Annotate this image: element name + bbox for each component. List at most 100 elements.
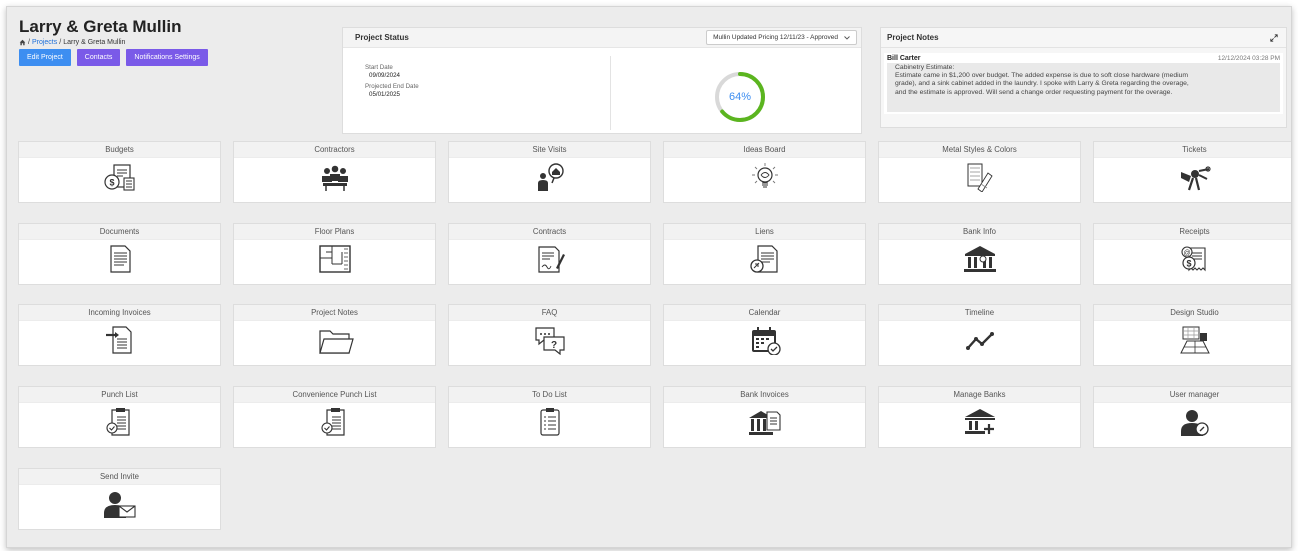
pricing-select[interactable]: Mullin Updated Pricing 12/11/23 - Approv… — [706, 30, 857, 45]
svg-text:$: $ — [109, 178, 114, 188]
document-icon — [109, 245, 131, 273]
home-icon[interactable] — [19, 39, 26, 46]
idea-bulb-icon — [751, 163, 778, 188]
bank-icon — [963, 246, 996, 272]
lien-icon — [749, 245, 778, 273]
user-manager-icon — [1180, 410, 1209, 436]
contacts-button[interactable]: Contacts — [76, 49, 121, 66]
module-tile-label: Manage Banks — [879, 387, 1080, 403]
design-studio-icon — [1179, 326, 1210, 354]
calendar-icon — [751, 327, 781, 355]
module-tile-label: Contractors — [234, 142, 435, 158]
module-tile-label: To Do List — [449, 387, 650, 403]
color-swatch-icon — [967, 163, 993, 192]
module-tile-design-studio[interactable]: Design Studio — [1093, 304, 1291, 366]
timeline-icon — [965, 332, 994, 350]
module-tile-label: Bank Invoices — [664, 387, 865, 403]
module-tile-label: Contracts — [449, 224, 650, 240]
svg-text:@: @ — [1183, 250, 1190, 257]
project-notes-header: Project Notes — [881, 28, 1286, 48]
module-tile-site-visits[interactable]: Site Visits — [448, 141, 651, 203]
note-date: 12/12/2024 03:28 PM — [1217, 55, 1280, 62]
manage-banks-icon — [964, 409, 995, 434]
module-tile-calendar[interactable]: Calendar — [663, 304, 866, 366]
module-tile-label: Timeline — [879, 305, 1080, 321]
faq-icon: ? — [534, 327, 565, 355]
breadcrumb-separator: / — [28, 39, 30, 46]
module-tile-label: Send Invite — [19, 469, 220, 485]
module-tile-budgets[interactable]: Budgets $ — [18, 141, 221, 203]
progress-percent: 64% — [728, 91, 752, 103]
module-tile-receipts[interactable]: Receipts @ $ — [1093, 223, 1291, 285]
punch-list-icon — [105, 408, 130, 436]
pricing-select-value: Mullin Updated Pricing 12/11/23 - Approv… — [713, 34, 838, 41]
start-date-label: Start Date — [365, 64, 393, 71]
header-actions: Edit Project Contacts Notifications Sett… — [19, 49, 208, 66]
breadcrumb-projects-link[interactable]: Projects — [32, 39, 57, 46]
module-tile-timeline[interactable]: Timeline — [878, 304, 1081, 366]
note-text: Cabinetry Estimate: Estimate came in $1,… — [887, 63, 1280, 112]
note-line: Estimate came in $1,200 over budget. The… — [895, 72, 1189, 80]
module-tile-project-notes[interactable]: Project Notes — [233, 304, 436, 366]
edit-project-button[interactable]: Edit Project — [19, 49, 71, 66]
contract-icon — [537, 246, 565, 273]
module-tile-incoming-invoices[interactable]: Incoming Invoices — [18, 304, 221, 366]
contractors-icon — [321, 165, 348, 191]
module-tile-label: Convenience Punch List — [234, 387, 435, 403]
module-tile-label: Receipts — [1094, 224, 1291, 240]
note-line: Cabinetry Estimate: — [895, 64, 955, 71]
module-tile-label: Metal Styles & Colors — [879, 142, 1080, 158]
module-tile-bank-invoices[interactable]: Bank Invoices — [663, 386, 866, 448]
svg-text:?: ? — [550, 340, 556, 351]
note-entry: Bill Carter 12/12/2024 03:28 PM Cabinetr… — [884, 53, 1283, 114]
svg-text:$: $ — [1186, 259, 1191, 269]
divider — [610, 56, 611, 130]
module-tile-label: Budgets — [19, 142, 220, 158]
module-tile-label: Liens — [664, 224, 865, 240]
breadcrumb-separator: / — [59, 39, 62, 46]
module-tile-floor-plans[interactable]: Floor Plans — [233, 223, 436, 285]
send-invite-icon — [103, 492, 136, 518]
module-tile-label: Project Notes — [234, 305, 435, 321]
module-tile-metal-styles-colors[interactable]: Metal Styles & Colors — [878, 141, 1081, 203]
module-tile-label: Design Studio — [1094, 305, 1291, 321]
note-line: grade), and a sink cabinet added in the … — [895, 80, 1189, 88]
module-tile-contractors[interactable]: Contractors — [233, 141, 436, 203]
module-tile-to-do-list[interactable]: To Do List — [448, 386, 651, 448]
module-tile-label: Ideas Board — [664, 142, 865, 158]
project-notes-card: Project Notes Bill Carter 12/12/2024 03:… — [880, 27, 1287, 128]
module-tile-documents[interactable]: Documents — [18, 223, 221, 285]
folder-icon — [318, 330, 354, 354]
ticket-icon — [1180, 166, 1211, 191]
project-status-card: Project Status Mullin Updated Pricing 12… — [342, 27, 862, 134]
module-tile-label: Calendar — [664, 305, 865, 321]
floor-plan-icon — [318, 245, 351, 273]
expand-icon[interactable] — [1270, 33, 1278, 42]
start-date-value: 09/09/2024 — [369, 71, 400, 79]
module-tile-label: FAQ — [449, 305, 650, 321]
module-tile-label: Tickets — [1094, 142, 1291, 158]
project-status-title: Project Status — [355, 33, 409, 42]
site-visit-icon — [537, 163, 564, 191]
module-tile-label: Punch List — [19, 387, 220, 403]
breadcrumb-current: Larry & Greta Mullin — [63, 39, 126, 46]
project-status-header: Project Status Mullin Updated Pricing 12… — [343, 28, 861, 48]
module-tile-bank-info[interactable]: Bank Info — [878, 223, 1081, 285]
notifications-settings-button[interactable]: Notifications Settings — [126, 49, 208, 66]
budget-icon: $ — [103, 164, 135, 191]
module-tile-convenience-punch-list[interactable]: Convenience Punch List — [233, 386, 436, 448]
module-tile-send-invite[interactable]: Send Invite — [18, 468, 221, 530]
chevron-down-icon — [844, 35, 850, 40]
module-tile-contracts[interactable]: Contracts — [448, 223, 651, 285]
end-date-value: 05/01/2025 — [369, 90, 400, 98]
breadcrumb: / Projects / Larry & Greta Mullin — [19, 39, 208, 46]
module-tile-liens[interactable]: Liens — [663, 223, 866, 285]
module-tile-user-manager[interactable]: User manager — [1093, 386, 1291, 448]
module-tile-tickets[interactable]: Tickets — [1093, 141, 1291, 203]
module-tile-punch-list[interactable]: Punch List — [18, 386, 221, 448]
bank-invoice-icon — [748, 411, 781, 435]
module-tile-label: User manager — [1094, 387, 1291, 403]
module-tile-ideas-board[interactable]: Ideas Board — [663, 141, 866, 203]
module-tile-manage-banks[interactable]: Manage Banks — [878, 386, 1081, 448]
module-tile-faq[interactable]: FAQ? — [448, 304, 651, 366]
